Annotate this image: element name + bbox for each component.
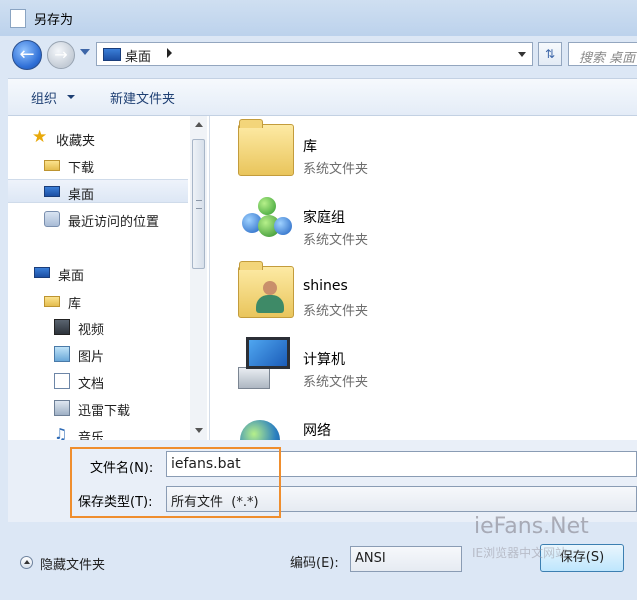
back-button[interactable]: ← [12,40,42,70]
arrow-left-icon: ← [19,44,35,65]
library-folder-icon [238,119,294,176]
network-icon [238,408,294,440]
forward-button[interactable]: → [47,41,75,69]
homegroup-icon [238,195,294,247]
file-type: 系统文件夹 [303,375,369,390]
file-item-computer[interactable]: 计算机 系统文件夹 [210,329,637,399]
pictures-icon [54,346,70,362]
folder-tab [239,119,263,128]
nav-item-videos[interactable]: 视频 [8,315,188,339]
download-icon [54,400,70,416]
user-folder-icon [238,261,294,318]
nav-item-desktop-root[interactable]: 桌面 [8,261,188,285]
star-icon: ★ [32,127,48,147]
desktop-icon [44,186,60,197]
refresh-icon: ⇅ [544,47,556,61]
title-bar: 另存为 [0,0,637,36]
nav-pane-scrollbar[interactable] [190,116,207,440]
file-name: shines [303,278,348,294]
computer-icon [238,337,294,389]
computer-screen [246,337,290,369]
homegroup-ball [258,197,276,215]
window-title: 另存为 [34,13,74,28]
document-icon [10,9,26,28]
file-name: 家庭组 [303,210,345,226]
search-input[interactable]: 搜索 桌面 [568,42,637,66]
download-folder-icon [44,160,60,171]
video-icon [54,319,70,335]
file-item-homegroup[interactable]: 家庭组 系统文件夹 [210,187,637,257]
nav-item-favorites[interactable]: ★ 收藏夹 [8,126,188,150]
annotation-highlight-box [70,447,281,518]
homegroup-ball [274,217,292,235]
address-row: ← → 桌面 ⇅ 搜索 桌面 [0,36,637,74]
network-globe [240,420,280,440]
encoding-label: 编码(E): [290,556,339,571]
encoding-select[interactable]: ANSI [350,546,462,572]
search-placeholder: 搜索 桌面 [579,51,636,66]
breadcrumb-desktop[interactable]: 桌面 [125,46,151,65]
arrow-right-icon: → [54,45,68,64]
caret-down-icon[interactable] [67,95,75,99]
scroll-up-icon[interactable] [195,122,203,127]
save-as-dialog: 另存为 ← → 桌面 ⇅ 搜索 桌面 组织 新建文件夹 ★ 收藏夹 下载 桌面 … [0,0,637,600]
nav-item-pictures[interactable]: 图片 [8,342,188,366]
recent-places-icon [44,211,60,227]
history-dropdown-icon[interactable] [80,49,90,55]
organize-button[interactable]: 组织 [31,88,57,107]
command-bar: 组织 新建文件夹 [8,78,637,116]
refresh-button[interactable]: ⇅ [538,42,562,66]
file-item-user-shines[interactable]: shines 系统文件夹 [210,258,637,328]
file-type: 系统文件夹 [303,162,369,177]
file-name: 库 [303,139,317,155]
nav-item-recent-places[interactable]: 最近访问的位置 [8,207,188,231]
desktop-icon [103,48,121,61]
library-icon [44,296,60,307]
navigation-pane: ★ 收藏夹 下载 桌面 最近访问的位置 桌面 库 视频 图片 文档 迅雷下载 ♫… [8,116,210,440]
nav-item-documents[interactable]: 文档 [8,369,188,393]
grip-icon [196,200,202,209]
file-item-network[interactable]: 网络 [210,400,637,440]
file-type: 系统文件夹 [303,304,369,319]
file-name: 计算机 [303,352,345,368]
new-folder-button[interactable]: 新建文件夹 [110,88,175,107]
address-bar[interactable]: 桌面 [96,42,533,66]
address-dropdown-icon[interactable] [518,52,526,57]
nav-item-desktop-selected[interactable]: 桌面 [8,179,188,203]
nav-item-downloads[interactable]: 下载 [8,153,188,177]
folder-tab [239,261,263,270]
watermark-brand: ieFans.Net [474,514,589,539]
nav-item-music[interactable]: ♫ 音乐 [8,423,188,440]
user-body [256,295,284,313]
nav-item-libraries[interactable]: 库 [8,289,188,313]
nav-item-thunder-downloads[interactable]: 迅雷下载 [8,396,188,420]
scrollbar-thumb[interactable] [192,139,205,269]
music-icon: ♫ [54,425,68,440]
breadcrumb-arrow-icon[interactable] [167,48,172,58]
file-item-libraries[interactable]: 库 系统文件夹 [210,116,637,186]
documents-icon [54,373,70,389]
collapse-up-icon [20,556,33,569]
file-name: 网络 [303,423,331,439]
user-head [263,281,277,295]
encoding-value: ANSI [355,551,386,566]
file-type: 系统文件夹 [303,233,369,248]
watermark-subtitle: IE浏览器中文网站 [472,546,568,560]
desktop-icon [34,267,50,278]
file-list: 库 系统文件夹 家庭组 系统文件夹 shines 系统文件夹 计算机 系统文件夹… [210,116,637,440]
scroll-down-icon[interactable] [195,428,203,433]
hide-folders-label: 隐藏文件夹 [40,558,106,573]
computer-tower [238,367,270,389]
